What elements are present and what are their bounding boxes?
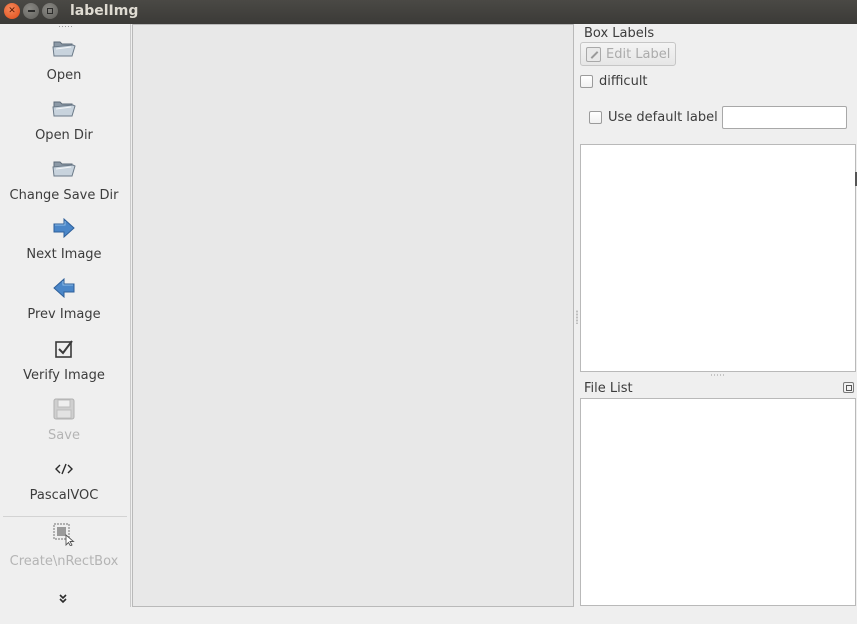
dock-float-button[interactable] [843, 382, 854, 393]
save-button[interactable]: Save [0, 397, 128, 449]
rect-cursor-icon [52, 522, 76, 546]
edit-pencil-icon [586, 46, 601, 62]
change-save-dir-label: Change Save Dir [9, 188, 119, 203]
next-image-label: Next Image [26, 247, 102, 262]
status-bar [0, 607, 857, 624]
file-list-title: File List [584, 381, 633, 396]
image-canvas[interactable] [132, 24, 574, 607]
toolbar: Open Open Dir Change Save Dir Next Image… [0, 24, 131, 607]
arrow-right-icon [52, 216, 76, 240]
pascalvoc-format-button[interactable]: PascalVOC [0, 457, 128, 509]
open-label: Open [46, 68, 82, 83]
title-bar: ✕ labelImg [0, 0, 857, 24]
code-tag-icon [52, 457, 76, 481]
create-rectbox-label: Create\nRectBox [9, 554, 119, 569]
file-list[interactable] [580, 398, 856, 606]
open-dir-button[interactable]: Open Dir [0, 96, 128, 148]
window-close-button[interactable]: ✕ [4, 3, 20, 19]
floppy-disk-icon [52, 397, 76, 421]
box-labels-title: Box Labels [584, 26, 655, 41]
difficult-label: difficult [599, 74, 648, 89]
folder-open-icon [52, 36, 76, 60]
use-default-label-checkbox[interactable] [589, 111, 602, 124]
checkbox-checked-icon [52, 337, 76, 361]
window-minimize-button[interactable] [23, 3, 39, 19]
save-label: Save [48, 428, 80, 443]
dock-splitter-handle[interactable] [576, 310, 578, 324]
prev-image-label: Prev Image [27, 307, 101, 322]
change-save-dir-button[interactable]: Change Save Dir [0, 156, 128, 208]
difficult-checkbox[interactable] [580, 75, 593, 88]
edit-label-text: Edit Label [606, 46, 671, 62]
arrow-left-icon [52, 276, 76, 300]
window-maximize-button[interactable] [42, 3, 58, 19]
create-rectbox-button[interactable]: Create\nRectBox [0, 522, 128, 570]
toolbar-grip[interactable] [58, 25, 72, 28]
folder-open-icon [52, 96, 76, 120]
dock-resize-handle[interactable] [710, 374, 726, 376]
default-label-input[interactable] [722, 106, 847, 129]
chevron-double-down-icon[interactable] [58, 594, 68, 607]
verify-image-button[interactable]: Verify Image [0, 337, 128, 389]
verify-image-label: Verify Image [23, 368, 105, 383]
next-image-button[interactable]: Next Image [0, 216, 128, 268]
open-button[interactable]: Open [0, 36, 128, 88]
folder-open-icon [52, 156, 76, 180]
open-dir-label: Open Dir [35, 128, 93, 143]
pascalvoc-label: PascalVOC [29, 488, 99, 503]
use-default-label-text: Use default label [608, 110, 718, 125]
toolbar-separator [3, 516, 127, 517]
window-title: labelImg [70, 3, 139, 19]
edit-label-button[interactable]: Edit Label [580, 42, 676, 66]
prev-image-button[interactable]: Prev Image [0, 276, 128, 328]
label-list[interactable] [580, 144, 856, 372]
